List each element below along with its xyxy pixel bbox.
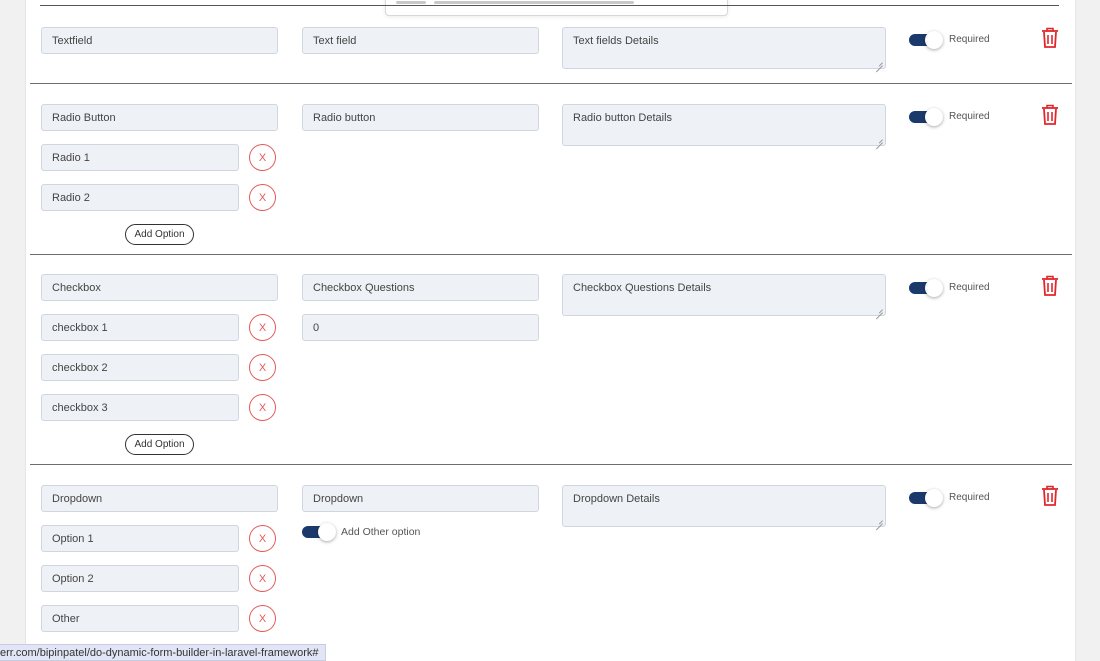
remove-option-button[interactable]: X xyxy=(249,144,276,171)
required-toggle[interactable] xyxy=(909,489,943,507)
option-input[interactable]: Option 1 xyxy=(41,525,239,552)
field-type-input[interactable]: Radio Button xyxy=(41,104,278,131)
remove-option-button[interactable]: X xyxy=(249,184,276,211)
option-input[interactable]: Radio 1 xyxy=(41,144,239,171)
remove-option-button[interactable]: X xyxy=(249,565,276,592)
option-input[interactable]: checkbox 3 xyxy=(41,394,239,421)
trash-icon[interactable] xyxy=(1041,104,1059,126)
close-icon: X xyxy=(258,532,267,545)
required-label: Required xyxy=(949,34,990,45)
resize-handle[interactable] xyxy=(876,517,883,524)
required-label: Required xyxy=(949,111,990,122)
question-title-input[interactable]: Radio button xyxy=(302,104,539,131)
question-details-textarea[interactable]: Dropdown Details xyxy=(562,485,886,527)
field-type-input[interactable]: Textfield xyxy=(41,27,278,54)
option-input[interactable]: Other xyxy=(41,605,239,632)
add-option-button[interactable]: Add Option xyxy=(125,434,194,455)
resize-handle[interactable] xyxy=(876,59,883,66)
option-input[interactable]: Radio 2 xyxy=(41,184,239,211)
close-icon: X xyxy=(258,191,267,204)
section-divider xyxy=(40,5,1059,6)
option-input[interactable]: checkbox 1 xyxy=(41,314,239,341)
add-option-button[interactable]: Add Option xyxy=(125,224,194,245)
status-url-bar: err.com/bipinpatel/do-dynamic-form-build… xyxy=(0,644,326,661)
add-other-option-toggle[interactable] xyxy=(302,523,336,541)
details-text: Checkbox Questions Details xyxy=(573,282,712,294)
resize-handle[interactable] xyxy=(876,136,883,143)
close-icon: X xyxy=(258,151,267,164)
close-icon: X xyxy=(258,572,267,585)
close-icon: X xyxy=(258,401,267,414)
close-icon: X xyxy=(258,361,267,374)
trash-icon[interactable] xyxy=(1041,27,1059,49)
section-divider xyxy=(30,464,1072,465)
remove-option-button[interactable]: X xyxy=(249,525,276,552)
trash-icon[interactable] xyxy=(1041,275,1059,297)
field-type-input[interactable]: Dropdown xyxy=(41,485,278,512)
section-divider xyxy=(30,83,1072,84)
question-details-textarea[interactable]: Radio button Details xyxy=(562,104,886,146)
details-text: Radio button Details xyxy=(573,112,673,124)
add-other-option-label: Add Other option xyxy=(341,526,421,538)
remove-option-button[interactable]: X xyxy=(249,354,276,381)
option-input[interactable]: Option 2 xyxy=(41,565,239,592)
required-label: Required xyxy=(949,282,990,293)
required-label: Required xyxy=(949,492,990,503)
details-text: Text fields Details xyxy=(573,35,659,47)
question-title-input[interactable]: Checkbox Questions xyxy=(302,274,539,301)
question-title-input[interactable]: Dropdown xyxy=(302,485,539,512)
required-toggle[interactable] xyxy=(909,31,943,49)
dropdown-popup xyxy=(385,0,728,16)
trash-icon[interactable] xyxy=(1041,485,1059,507)
remove-option-button[interactable]: X xyxy=(249,605,276,632)
question-details-textarea[interactable]: Text fields Details xyxy=(562,27,886,69)
close-icon: X xyxy=(258,321,267,334)
section-divider xyxy=(30,254,1072,255)
max-selection-input[interactable]: 0 xyxy=(302,314,539,341)
details-text: Dropdown Details xyxy=(573,493,660,505)
resize-handle[interactable] xyxy=(876,306,883,313)
question-title-input[interactable]: Text field xyxy=(302,27,539,54)
remove-option-button[interactable]: X xyxy=(249,394,276,421)
question-details-textarea[interactable]: Checkbox Questions Details xyxy=(562,274,886,316)
option-input[interactable]: checkbox 2 xyxy=(41,354,239,381)
required-toggle[interactable] xyxy=(909,108,943,126)
remove-option-button[interactable]: X xyxy=(249,314,276,341)
field-type-input[interactable]: Checkbox xyxy=(41,274,278,301)
required-toggle[interactable] xyxy=(909,279,943,297)
close-icon: X xyxy=(258,612,267,625)
